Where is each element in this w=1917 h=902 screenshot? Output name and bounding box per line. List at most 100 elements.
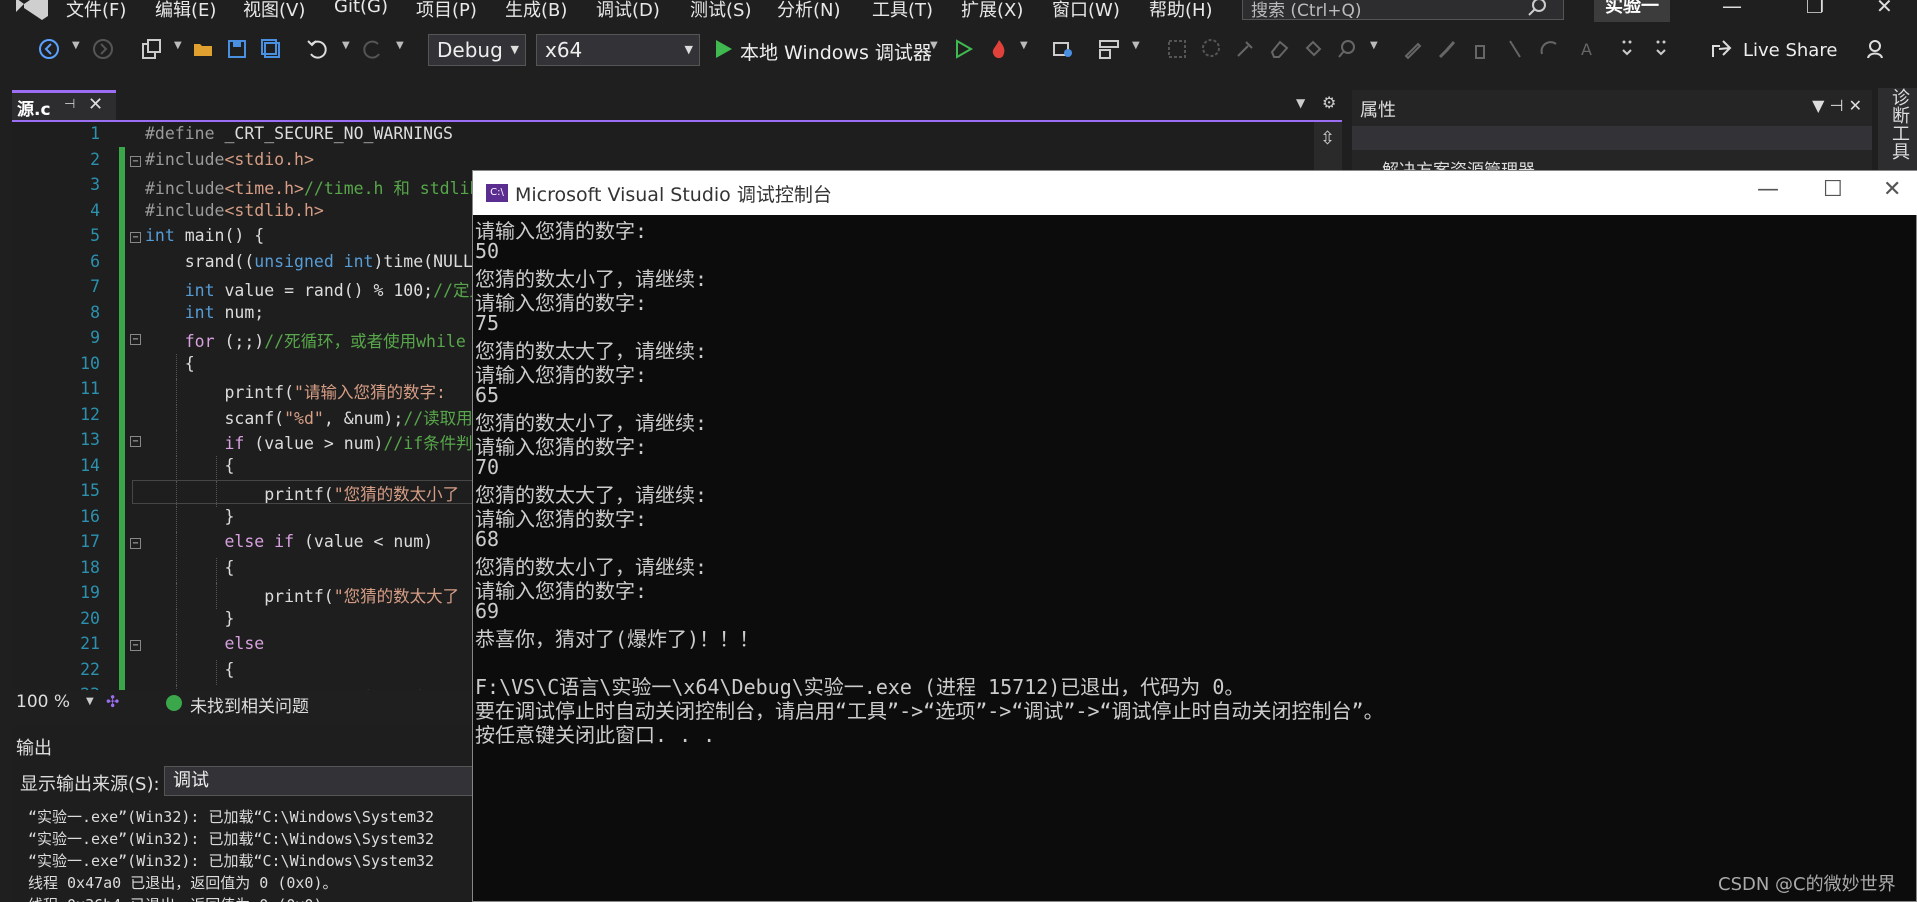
zoom-tool-icon[interactable] (1336, 38, 1358, 60)
navigate-forward-icon[interactable] (92, 38, 114, 60)
brush-icon[interactable] (1436, 38, 1458, 60)
output-line: 线程 0x47a0 已退出，返回值为 0 (0x0)。 (28, 874, 338, 892)
console-line: 要在调试停止时自动关闭控制台，请启用“工具”->“选项”->“调试”->“调试停… (475, 699, 1384, 723)
close-icon[interactable]: ✕ (1883, 177, 1901, 202)
code-text: else (224, 634, 265, 653)
save-icon[interactable] (226, 38, 248, 60)
browser-link-icon[interactable] (1052, 38, 1074, 60)
chevron-down-icon[interactable]: ▼ (174, 40, 182, 51)
fold-toggle-icon[interactable]: − (130, 538, 141, 549)
output-source-select[interactable]: 调试 (164, 766, 472, 796)
menu-item[interactable]: 编辑(E) (155, 0, 216, 22)
chevron-down-icon[interactable]: ▼ (342, 40, 350, 51)
pin-icon[interactable]: ⊣ (64, 97, 75, 112)
fold-toggle-icon[interactable]: − (130, 436, 141, 447)
solution-configuration-select[interactable]: Debug ▼ (428, 34, 526, 66)
fold-toggle-icon[interactable]: − (130, 232, 141, 243)
menu-item[interactable]: 视图(V) (243, 0, 305, 22)
menu-item[interactable]: 生成(B) (505, 0, 567, 22)
open-folder-icon[interactable] (192, 38, 214, 60)
console-line: 68 (475, 527, 500, 551)
code-text: int value = rand() % 100;//定义 (184, 281, 486, 300)
live-share-button[interactable]: Live Share (1743, 40, 1837, 61)
panel-controls-icon[interactable]: ▼ ⊣ ✕ (1812, 96, 1862, 115)
console-line: F:\VS\C语言\实验一\x64\Debug\实验一.exe (进程 1571… (475, 675, 1245, 699)
solution-name-badge[interactable]: 实验一 (1594, 0, 1670, 22)
code-text: #include<stdlib.h> (145, 200, 324, 220)
toolbar-overflow-icon[interactable] (1618, 38, 1640, 60)
gear-icon[interactable]: ⚙ (1322, 93, 1336, 112)
line-number: 21 (80, 634, 100, 653)
code-line[interactable]: 1 #define _CRT_SECURE_NO_WARNINGS (12, 124, 1342, 150)
redo-icon[interactable] (362, 38, 384, 60)
split-editor-icon[interactable]: ⇳ (1320, 128, 1335, 149)
search-icon (1528, 0, 1546, 16)
start-debugging-button[interactable]: 本地 Windows 调试器 (740, 38, 932, 65)
fill-bucket-icon[interactable] (1302, 38, 1324, 60)
select-tool-icon[interactable] (1166, 38, 1188, 60)
debug-console-window[interactable]: C:\ Microsoft Visual Studio 调试控制台 — ☐ ✕ … (472, 170, 1917, 902)
menu-item[interactable]: 工具(T) (872, 0, 933, 22)
undo-icon[interactable] (306, 38, 328, 60)
close-icon[interactable]: ✕ (88, 94, 103, 115)
new-project-icon[interactable] (140, 38, 162, 60)
text-tool-icon[interactable]: A (1576, 38, 1598, 60)
code-text: } (145, 608, 235, 628)
lasso-tool-icon[interactable] (1200, 38, 1222, 60)
fold-toggle-icon[interactable]: − (130, 640, 141, 651)
output-line: “实验一.exe”(Win32): 已加载“C:\Windows\System3… (28, 852, 435, 870)
maximize-icon[interactable]: ☐ (1823, 177, 1843, 202)
eyedropper-icon[interactable] (1234, 38, 1256, 60)
code-text: int main() { (145, 226, 265, 245)
chevron-down-icon[interactable]: ▼ (1370, 40, 1378, 51)
start-without-debugging-icon[interactable] (952, 38, 974, 60)
start-debugging-icon[interactable] (712, 38, 734, 60)
live-share-icon[interactable] (1710, 38, 1732, 60)
zoom-level[interactable]: 100 % (16, 692, 70, 712)
eraser-icon[interactable] (1268, 38, 1290, 60)
code-cleanup-icon[interactable]: ✣ (106, 692, 119, 711)
minimize-icon[interactable]: — (1757, 177, 1779, 202)
pencil-icon[interactable] (1402, 38, 1424, 60)
menu-item[interactable]: Git(G) (334, 0, 388, 17)
menu-item[interactable]: 窗口(W) (1052, 0, 1120, 22)
chevron-down-icon[interactable]: ▼ (72, 40, 80, 51)
feedback-icon[interactable] (1866, 38, 1888, 60)
minimize-icon[interactable]: — (1722, 0, 1742, 18)
console-title-bar[interactable]: C:\ Microsoft Visual Studio 调试控制台 — ☐ ✕ (473, 171, 1917, 215)
console-line: 您猜的数太小了，请继续: (475, 267, 708, 291)
tab-source-file[interactable]: 源.c ⊣ ✕ (12, 90, 116, 120)
chevron-down-icon[interactable]: ▼ (1132, 40, 1140, 51)
solution-platform-select[interactable]: x64 ▼ (536, 34, 700, 66)
chevron-down-icon[interactable]: ▼ (930, 40, 938, 51)
menu-item[interactable]: 分析(N) (777, 0, 841, 22)
code-text: { (145, 455, 235, 475)
toolbar-overflow-icon[interactable] (1652, 38, 1674, 60)
menu-item[interactable]: 文件(F) (66, 0, 126, 22)
search-placeholder: 搜索 (Ctrl+Q) (1251, 1, 1362, 21)
diagnostics-label: 诊断工具 (1889, 88, 1910, 160)
close-icon[interactable]: ✕ (1876, 0, 1893, 18)
arc-tool-icon[interactable] (1538, 38, 1560, 60)
menu-item[interactable]: 帮助(H) (1149, 0, 1213, 22)
chevron-down-icon[interactable]: ▼ (396, 40, 404, 51)
restore-icon[interactable]: ❐ (1806, 0, 1824, 18)
issues-status[interactable]: 未找到相关问题 (190, 692, 309, 717)
line-tool-icon[interactable] (1504, 38, 1526, 60)
fold-toggle-icon[interactable]: − (130, 334, 141, 345)
save-all-icon[interactable] (260, 38, 282, 60)
menu-item[interactable]: 调试(D) (596, 0, 660, 22)
chevron-down-icon[interactable]: ▼ (1296, 96, 1305, 110)
menu-item[interactable]: 项目(P) (416, 0, 477, 22)
chevron-down-icon[interactable]: ▼ (1020, 40, 1028, 51)
menu-item[interactable]: 测试(S) (690, 0, 751, 22)
menu-item[interactable]: 扩展(X) (961, 0, 1023, 22)
chevron-down-icon[interactable]: ▼ (86, 696, 94, 707)
hot-reload-icon[interactable] (988, 38, 1010, 60)
navigate-back-icon[interactable] (38, 38, 60, 60)
layout-icon[interactable] (1098, 38, 1120, 60)
search-box[interactable]: 搜索 (Ctrl+Q) (1242, 0, 1564, 21)
console-line: 请输入您猜的数字: (475, 363, 648, 387)
spray-icon[interactable] (1470, 38, 1492, 60)
fold-toggle-icon[interactable]: − (130, 155, 141, 167)
